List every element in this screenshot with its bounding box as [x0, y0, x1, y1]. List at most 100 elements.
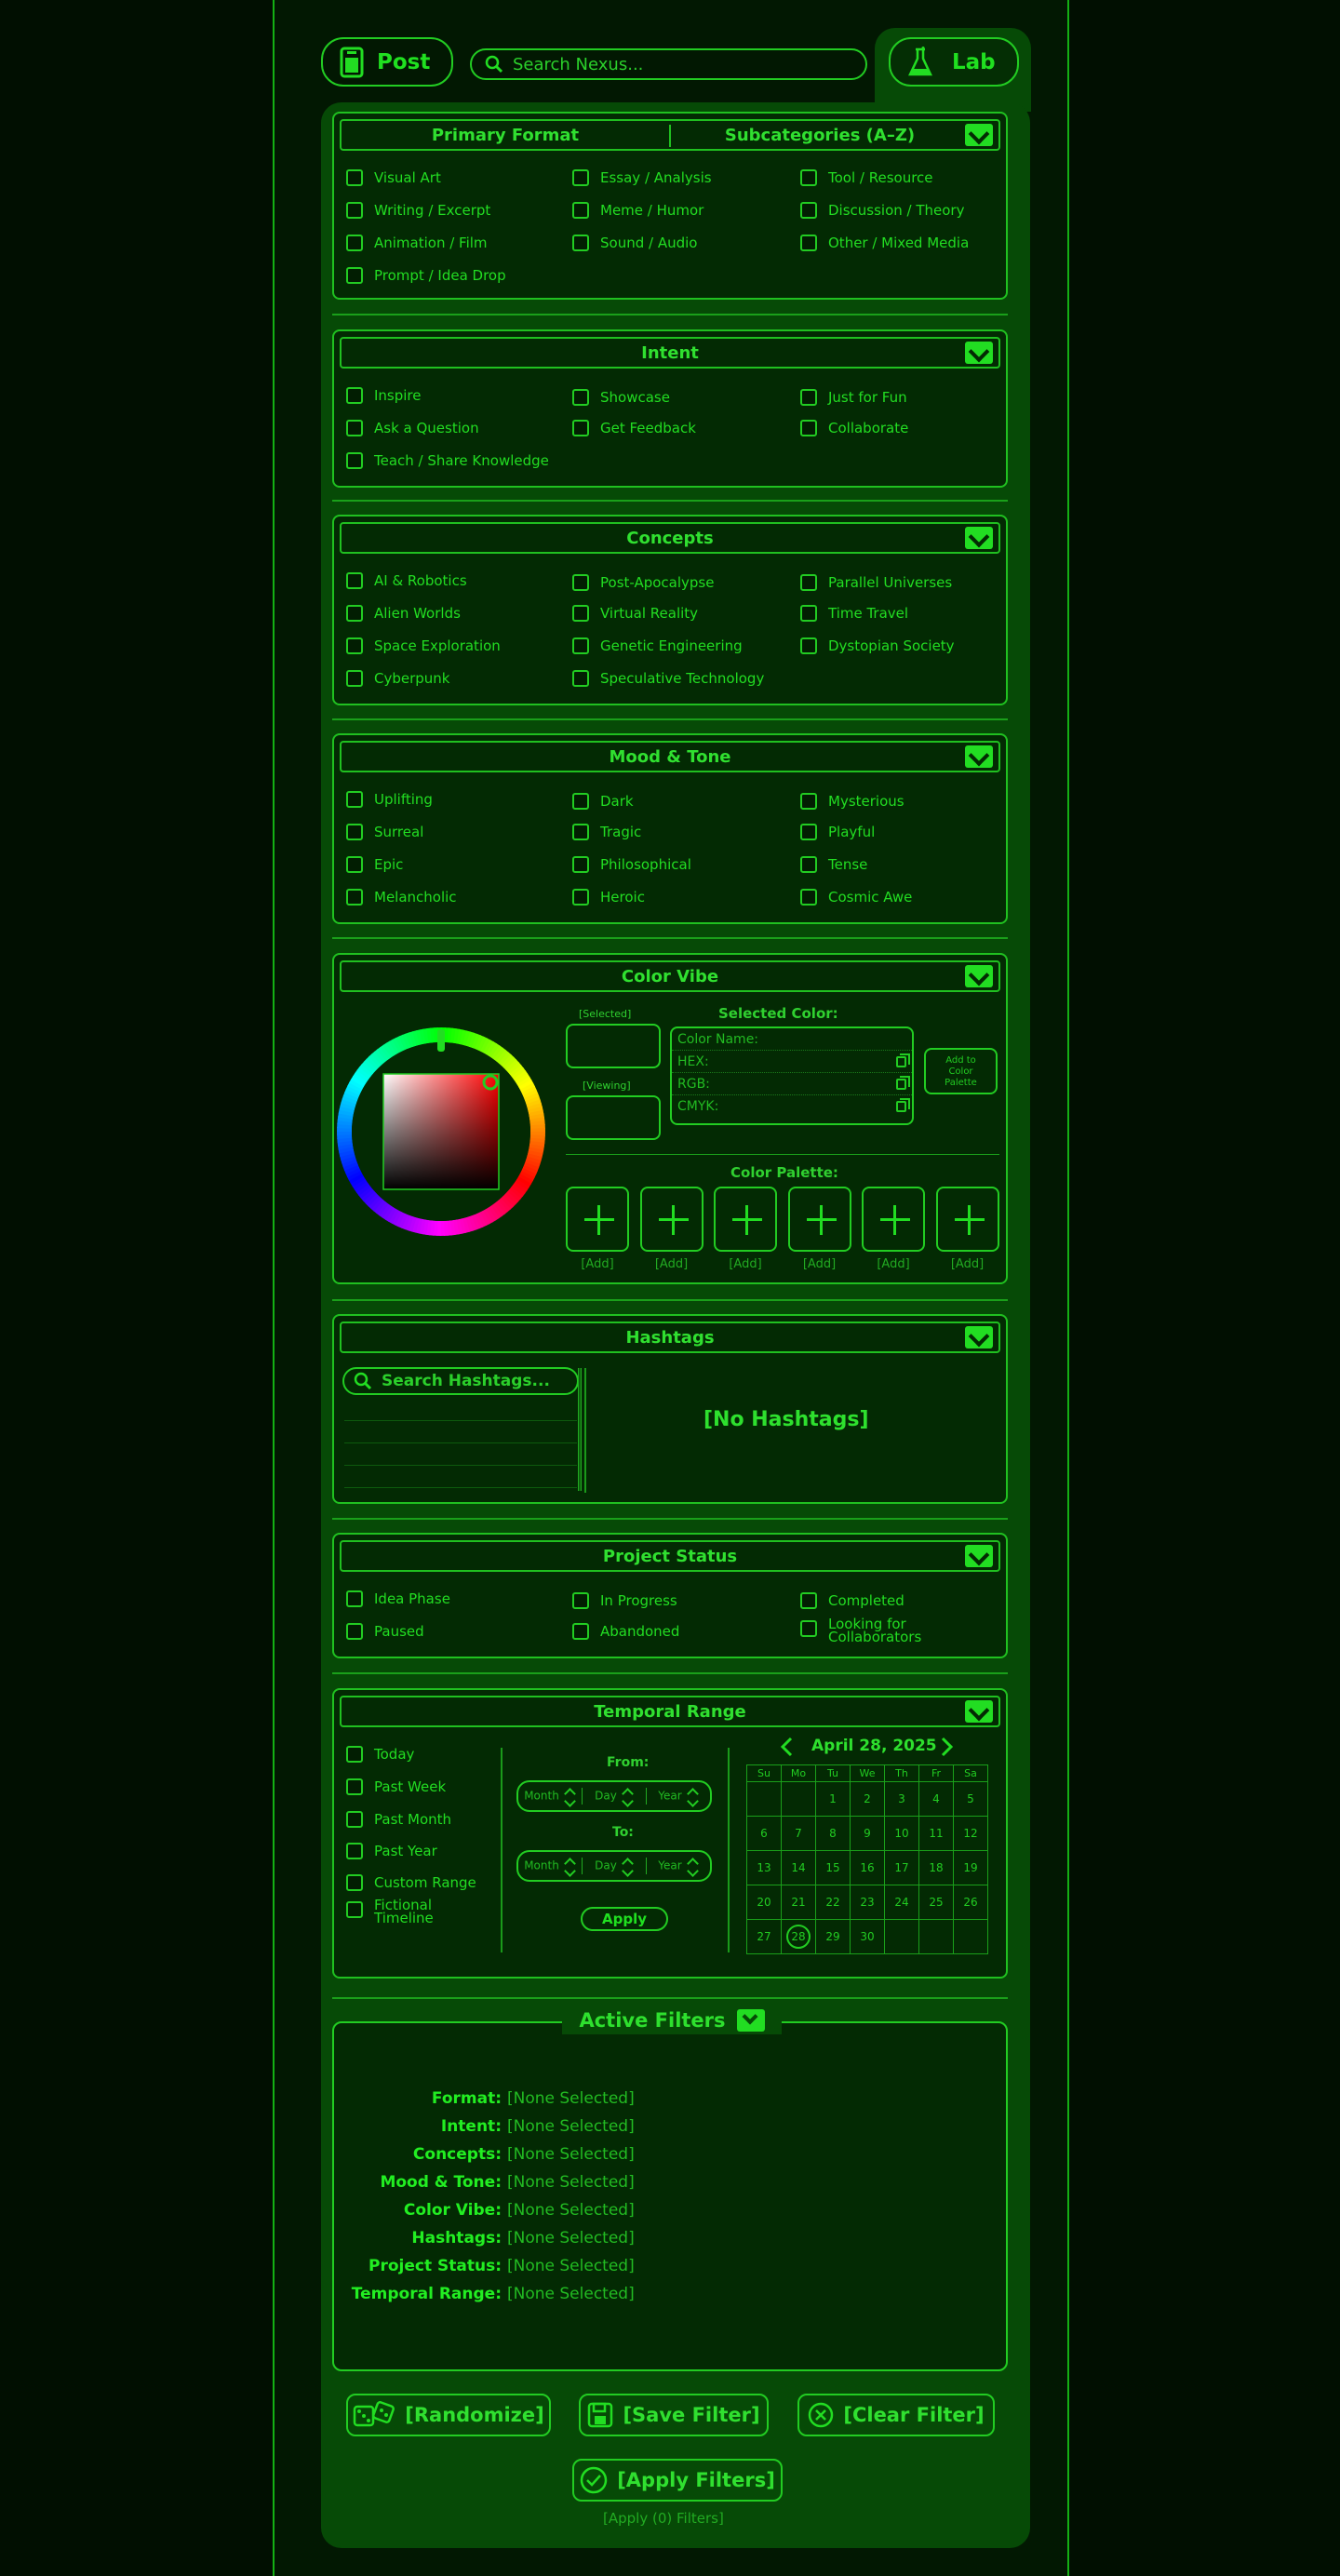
apply-filters-button[interactable]: [Apply Filters] — [572, 2459, 783, 2502]
calendar-day[interactable]: 9 — [850, 1816, 885, 1851]
checkbox-concepts[interactable]: Space Exploration — [346, 637, 501, 654]
checkbox-box[interactable] — [346, 452, 363, 469]
checkbox-box[interactable] — [800, 793, 817, 810]
checkbox-box[interactable] — [572, 169, 589, 186]
calendar-day[interactable]: 28 — [781, 1919, 816, 1954]
palette-add-slot[interactable] — [566, 1187, 629, 1252]
color-vibe-header[interactable]: Color Vibe — [340, 960, 1000, 992]
checkbox-box[interactable] — [346, 235, 363, 251]
checkbox-intent[interactable]: Ask a Question — [346, 420, 479, 436]
calendar-day[interactable]: 20 — [746, 1885, 782, 1920]
hashtag-search-input[interactable]: Search Hashtags... — [342, 1367, 579, 1395]
checkbox-box[interactable] — [572, 202, 589, 219]
chevron-down-icon[interactable] — [965, 745, 993, 768]
calendar-day[interactable]: 14 — [781, 1850, 816, 1885]
checkbox-box[interactable] — [346, 1623, 363, 1640]
checkbox-box[interactable] — [346, 202, 363, 219]
calendar-day[interactable]: 30 — [850, 1919, 885, 1954]
checkbox-concepts[interactable]: Dystopian Society — [800, 637, 955, 654]
checkbox-box[interactable] — [572, 1623, 589, 1640]
checkbox-box[interactable] — [572, 605, 589, 622]
checkbox-box[interactable] — [346, 420, 363, 436]
checkbox-mood[interactable]: Tense — [800, 856, 867, 873]
checkbox-box[interactable] — [346, 889, 363, 906]
palette-add-slot[interactable] — [639, 1187, 704, 1252]
checkbox-box[interactable] — [572, 637, 589, 654]
checkbox-mood[interactable]: Playful — [800, 824, 875, 840]
checkbox-box[interactable] — [800, 637, 817, 654]
to-date-select[interactable]: Month Day Year — [516, 1850, 712, 1882]
checkbox-box[interactable] — [346, 856, 363, 873]
calendar-day[interactable]: 13 — [746, 1850, 782, 1885]
checkbox-box[interactable] — [346, 791, 363, 808]
checkbox-format[interactable]: Essay / Analysis — [572, 169, 712, 186]
save-filter-button[interactable]: [Save Filter] — [579, 2394, 769, 2436]
project-status-header[interactable]: Project Status — [340, 1540, 1000, 1572]
checkbox-box[interactable] — [800, 605, 817, 622]
checkbox-box[interactable] — [346, 572, 363, 589]
checkbox-concepts[interactable]: Post-Apocalypse — [572, 574, 714, 591]
from-year[interactable]: Year — [646, 1788, 710, 1805]
calendar-day[interactable]: 23 — [850, 1885, 885, 1920]
calendar-day[interactable]: 25 — [918, 1885, 954, 1920]
calendar-day[interactable]: 15 — [815, 1850, 851, 1885]
temporal-option[interactable]: Fictional Timeline — [346, 1898, 458, 1925]
checkbox-box[interactable] — [572, 889, 589, 906]
checkbox-project_status[interactable]: In Progress — [572, 1592, 677, 1609]
checkbox-concepts[interactable]: AI & Robotics — [346, 572, 467, 589]
checkbox-box[interactable] — [572, 420, 589, 436]
checkbox-concepts[interactable]: Virtual Reality — [572, 605, 698, 622]
temporal-option[interactable]: Past Week — [346, 1778, 446, 1795]
chevron-down-icon[interactable] — [736, 2008, 765, 2032]
calendar-day[interactable]: 3 — [884, 1781, 919, 1817]
checkbox-format[interactable]: Sound / Audio — [572, 235, 697, 251]
checkbox-intent[interactable]: Showcase — [572, 389, 670, 406]
checkbox-mood[interactable]: Melancholic — [346, 889, 457, 906]
chevron-left-icon[interactable] — [778, 1736, 797, 1758]
copy-icon[interactable] — [896, 1053, 910, 1067]
chevron-down-icon[interactable] — [965, 527, 993, 549]
checkbox-mood[interactable]: Philosophical — [572, 856, 691, 873]
checkbox-format[interactable]: Other / Mixed Media — [800, 235, 969, 251]
temporal-header[interactable]: Temporal Range — [340, 1696, 1000, 1727]
checkbox-intent[interactable]: Teach / Share Knowledge — [346, 452, 549, 469]
from-day[interactable]: Day — [582, 1788, 646, 1805]
chevron-down-icon[interactable] — [965, 1545, 993, 1567]
checkbox-box[interactable] — [346, 1874, 363, 1891]
checkbox-box[interactable] — [346, 169, 363, 186]
checkbox-box[interactable] — [800, 824, 817, 840]
checkbox-box[interactable] — [346, 1746, 363, 1763]
intent-header[interactable]: Intent — [340, 337, 1000, 369]
checkbox-box[interactable] — [346, 637, 363, 654]
calendar-day[interactable]: 24 — [884, 1885, 919, 1920]
chevron-down-icon[interactable] — [965, 1700, 993, 1723]
calendar-day[interactable]: 17 — [884, 1850, 919, 1885]
calendar-day[interactable]: 21 — [781, 1885, 816, 1920]
checkbox-concepts[interactable]: Parallel Universes — [800, 574, 952, 591]
calendar-day[interactable]: 19 — [953, 1850, 988, 1885]
checkbox-project_status[interactable]: Paused — [346, 1623, 424, 1640]
palette-add-slot[interactable] — [935, 1187, 999, 1252]
copy-icon[interactable] — [896, 1076, 910, 1090]
calendar-day[interactable]: 12 — [953, 1816, 988, 1851]
to-year[interactable]: Year — [646, 1858, 710, 1874]
saturation-square[interactable] — [382, 1073, 500, 1190]
calendar-day[interactable]: 7 — [781, 1816, 816, 1851]
checkbox-box[interactable] — [346, 824, 363, 840]
checkbox-format[interactable]: Prompt / Idea Drop — [346, 267, 506, 284]
chevron-down-icon[interactable] — [965, 1326, 993, 1348]
checkbox-mood[interactable]: Dark — [572, 793, 634, 810]
checkbox-box[interactable] — [572, 793, 589, 810]
checkbox-box[interactable] — [800, 1620, 817, 1637]
to-day[interactable]: Day — [582, 1858, 646, 1874]
checkbox-box[interactable] — [346, 1778, 363, 1795]
lab-button[interactable]: Lab — [889, 37, 1019, 87]
checkbox-box[interactable] — [572, 1592, 589, 1609]
checkbox-box[interactable] — [800, 389, 817, 406]
calendar-day[interactable]: 18 — [918, 1850, 954, 1885]
checkbox-box[interactable] — [800, 856, 817, 873]
checkbox-project_status[interactable]: Looking for Collaborators — [800, 1617, 958, 1644]
search-input[interactable]: Search Nexus... — [470, 48, 867, 80]
calendar-day[interactable]: 16 — [850, 1850, 885, 1885]
chevron-down-icon[interactable] — [965, 342, 993, 364]
